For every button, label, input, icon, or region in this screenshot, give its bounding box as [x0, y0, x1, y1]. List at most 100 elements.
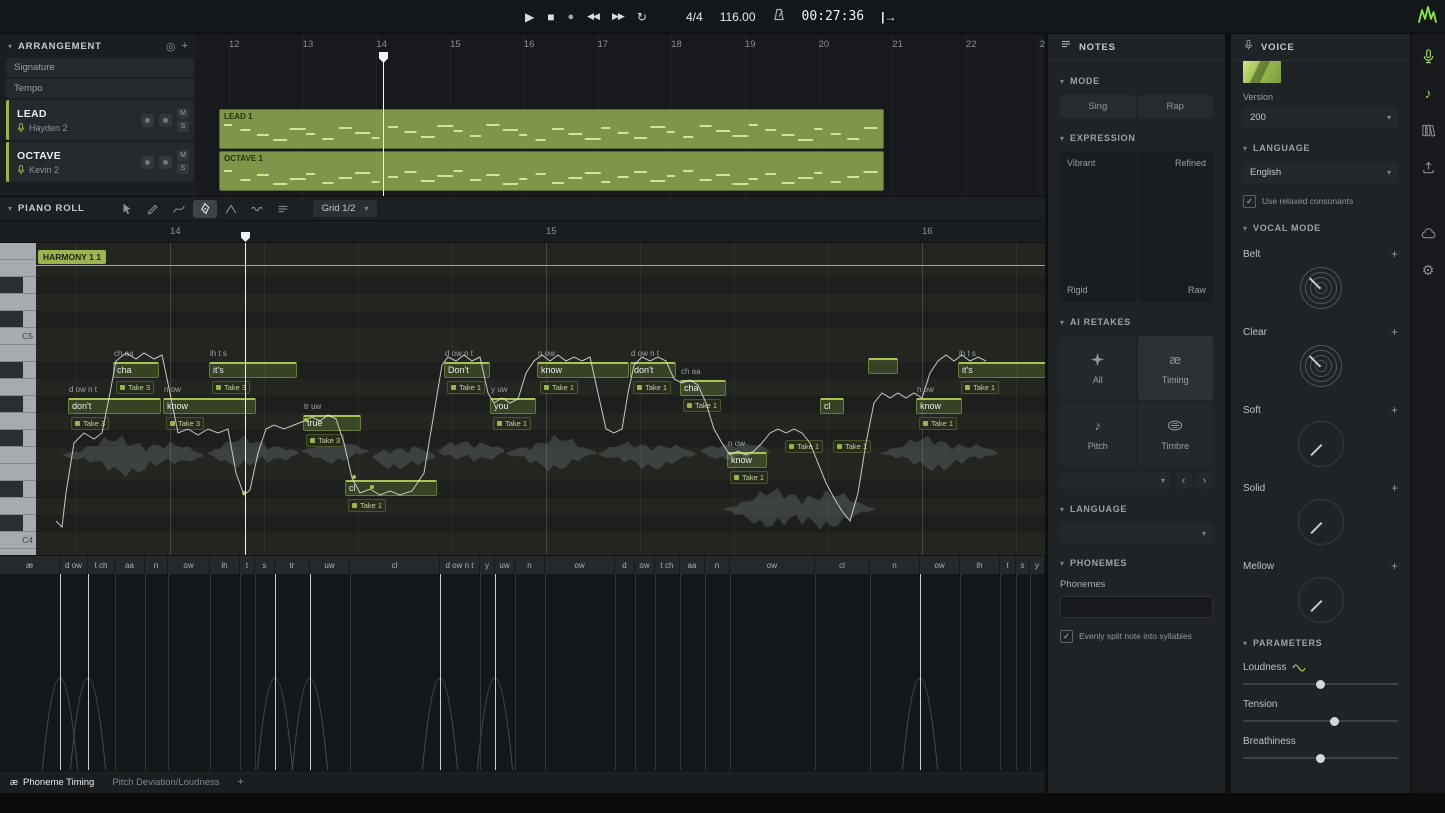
parameter-slider[interactable]: [1243, 757, 1398, 759]
collapse-piano-roll-icon[interactable]: ▾: [8, 204, 12, 213]
line-tool[interactable]: [167, 200, 191, 218]
phoneme-boundary-handle[interactable]: [145, 574, 146, 770]
white-key[interactable]: [0, 447, 36, 464]
playhead-marker-icon[interactable]: [241, 232, 250, 242]
phoneme-boundary-handle[interactable]: [350, 574, 351, 770]
phoneme-boundary-handle[interactable]: [1016, 574, 1017, 770]
phoneme-boundary-handle[interactable]: [545, 574, 546, 770]
phoneme-segment[interactable]: t: [240, 556, 255, 574]
phoneme-boundary-handle[interactable]: [730, 574, 731, 770]
retake-scope-select[interactable]: ▾: [1060, 472, 1171, 489]
phoneme-boundary-handle[interactable]: [1000, 574, 1001, 770]
vibrato-tool[interactable]: [245, 200, 269, 218]
sidebar-export-icon[interactable]: [1420, 159, 1436, 175]
clip-lead-1[interactable]: LEAD 1: [219, 109, 884, 149]
phonemes-input[interactable]: [1060, 596, 1213, 618]
sidebar-cloud-icon[interactable]: [1420, 225, 1436, 241]
white-key[interactable]: C4: [0, 532, 36, 549]
vocal-mode-dial[interactable]: [1298, 577, 1344, 623]
white-key[interactable]: [0, 549, 36, 555]
phoneme-boundary-handle[interactable]: [655, 574, 656, 770]
expression-pad[interactable]: Vibrant Refined Rigid Raw: [1060, 151, 1213, 302]
phoneme-boundary-handle[interactable]: [255, 574, 256, 770]
add-vocal-mode-button[interactable]: +: [1391, 247, 1398, 261]
phoneme-boundary-handle[interactable]: [240, 574, 241, 770]
tab-pitch-deviation-loudness[interactable]: Pitch Deviation/Loudness: [112, 777, 219, 788]
white-key[interactable]: [0, 464, 36, 481]
phoneme-segment[interactable]: s: [1016, 556, 1030, 574]
phoneme-segment[interactable]: d ow: [60, 556, 88, 574]
phoneme-boundary-handle[interactable]: [960, 574, 961, 770]
mute-button[interactable]: M: [177, 150, 189, 161]
white-key[interactable]: [0, 243, 36, 260]
track-record-button[interactable]: [159, 156, 172, 169]
voice-artwork[interactable]: [1243, 61, 1281, 83]
black-key[interactable]: [0, 396, 36, 413]
phoneme-boundary-handle[interactable]: [440, 574, 441, 770]
black-key[interactable]: [0, 311, 36, 328]
version-select[interactable]: 200 ▾: [1243, 107, 1398, 128]
white-key[interactable]: [0, 294, 36, 311]
phoneme-segment[interactable]: s: [255, 556, 275, 574]
black-key[interactable]: [0, 430, 36, 447]
collapse-phonemes-icon[interactable]: ▾: [1060, 559, 1064, 568]
phoneme-boundary-handle[interactable]: [635, 574, 636, 770]
phoneme-boundary-handle[interactable]: [210, 574, 211, 770]
phoneme-boundary-handle[interactable]: [615, 574, 616, 770]
phoneme-boundary-handle[interactable]: [680, 574, 681, 770]
phoneme-segment[interactable]: t ch: [88, 556, 115, 574]
retake-timbre-button[interactable]: Timbre: [1138, 402, 1214, 466]
tab-phoneme-timing[interactable]: æPhoneme Timing: [10, 777, 94, 788]
collapse-retakes-icon[interactable]: ▾: [1060, 318, 1064, 327]
phoneme-segment[interactable]: n: [870, 556, 920, 574]
parameter-slider[interactable]: [1243, 683, 1398, 685]
note-canvas[interactable]: HARMONY 1 1 ch aachaTake 3ih t sit'sTake…: [36, 243, 1045, 555]
add-vocal-mode-button[interactable]: +: [1391, 325, 1398, 339]
phoneme-segment[interactable]: y: [1030, 556, 1045, 574]
vocal-mode-dial[interactable]: [1298, 499, 1344, 545]
phoneme-timing-editor[interactable]: [0, 574, 1045, 770]
add-vocal-mode-button[interactable]: +: [1391, 403, 1398, 417]
solo-button[interactable]: S: [177, 121, 189, 132]
voice-language-select[interactable]: English ▾: [1243, 162, 1398, 183]
white-key[interactable]: [0, 498, 36, 515]
stop-button[interactable]: ■: [547, 10, 554, 24]
phoneme-boundary-handle[interactable]: [495, 574, 496, 770]
relaxed-consonants-checkbox[interactable]: ✓: [1243, 195, 1256, 208]
phoneme-boundary-handle[interactable]: [705, 574, 706, 770]
phoneme-boundary-handle[interactable]: [480, 574, 481, 770]
slider-thumb[interactable]: [1330, 717, 1339, 726]
collapse-vocal-mode-icon[interactable]: ▾: [1243, 224, 1247, 233]
vocal-mode-dial[interactable]: [1298, 265, 1344, 311]
slider-thumb[interactable]: [1316, 754, 1325, 763]
parameter-slider[interactable]: [1243, 720, 1398, 722]
collapse-voice-language-icon[interactable]: ▾: [1243, 144, 1247, 153]
white-key[interactable]: [0, 260, 36, 277]
arrangement-timeline[interactable]: 121314151617181920212223 LEAD 1OCTAVE 1: [196, 34, 1045, 196]
white-key[interactable]: C5: [0, 328, 36, 345]
collapse-mode-icon[interactable]: ▾: [1060, 77, 1064, 86]
vocal-mode-dial[interactable]: [1298, 421, 1344, 467]
sidebar-library-icon[interactable]: [1420, 122, 1436, 138]
white-key[interactable]: [0, 379, 36, 396]
phoneme-segment[interactable]: d: [615, 556, 635, 574]
meta-row-signature[interactable]: Signature: [6, 58, 194, 77]
region-tag[interactable]: HARMONY 1 1: [38, 250, 106, 264]
vocal-mode-dial[interactable]: [1298, 343, 1344, 389]
follow-playhead-button[interactable]: |→: [881, 10, 896, 24]
loop-button[interactable]: ↻: [637, 10, 647, 24]
add-track-button[interactable]: +: [182, 40, 188, 52]
pen-tool[interactable]: [193, 200, 217, 218]
playhead-flag-icon[interactable]: [379, 52, 388, 63]
add-lane-button[interactable]: +: [238, 776, 244, 788]
add-vocal-mode-button[interactable]: +: [1391, 481, 1398, 495]
phoneme-segment[interactable]: aa: [680, 556, 705, 574]
time-signature[interactable]: 4/4: [686, 10, 703, 24]
tempo-display[interactable]: 116.00: [720, 10, 756, 24]
phoneme-segment[interactable]: d ow n t: [440, 556, 480, 574]
phoneme-segment[interactable]: y: [480, 556, 495, 574]
pitch-tool[interactable]: [219, 200, 243, 218]
add-vocal-mode-button[interactable]: +: [1391, 559, 1398, 573]
phoneme-segment[interactable]: tr: [275, 556, 310, 574]
phoneme-segment[interactable]: n: [145, 556, 168, 574]
